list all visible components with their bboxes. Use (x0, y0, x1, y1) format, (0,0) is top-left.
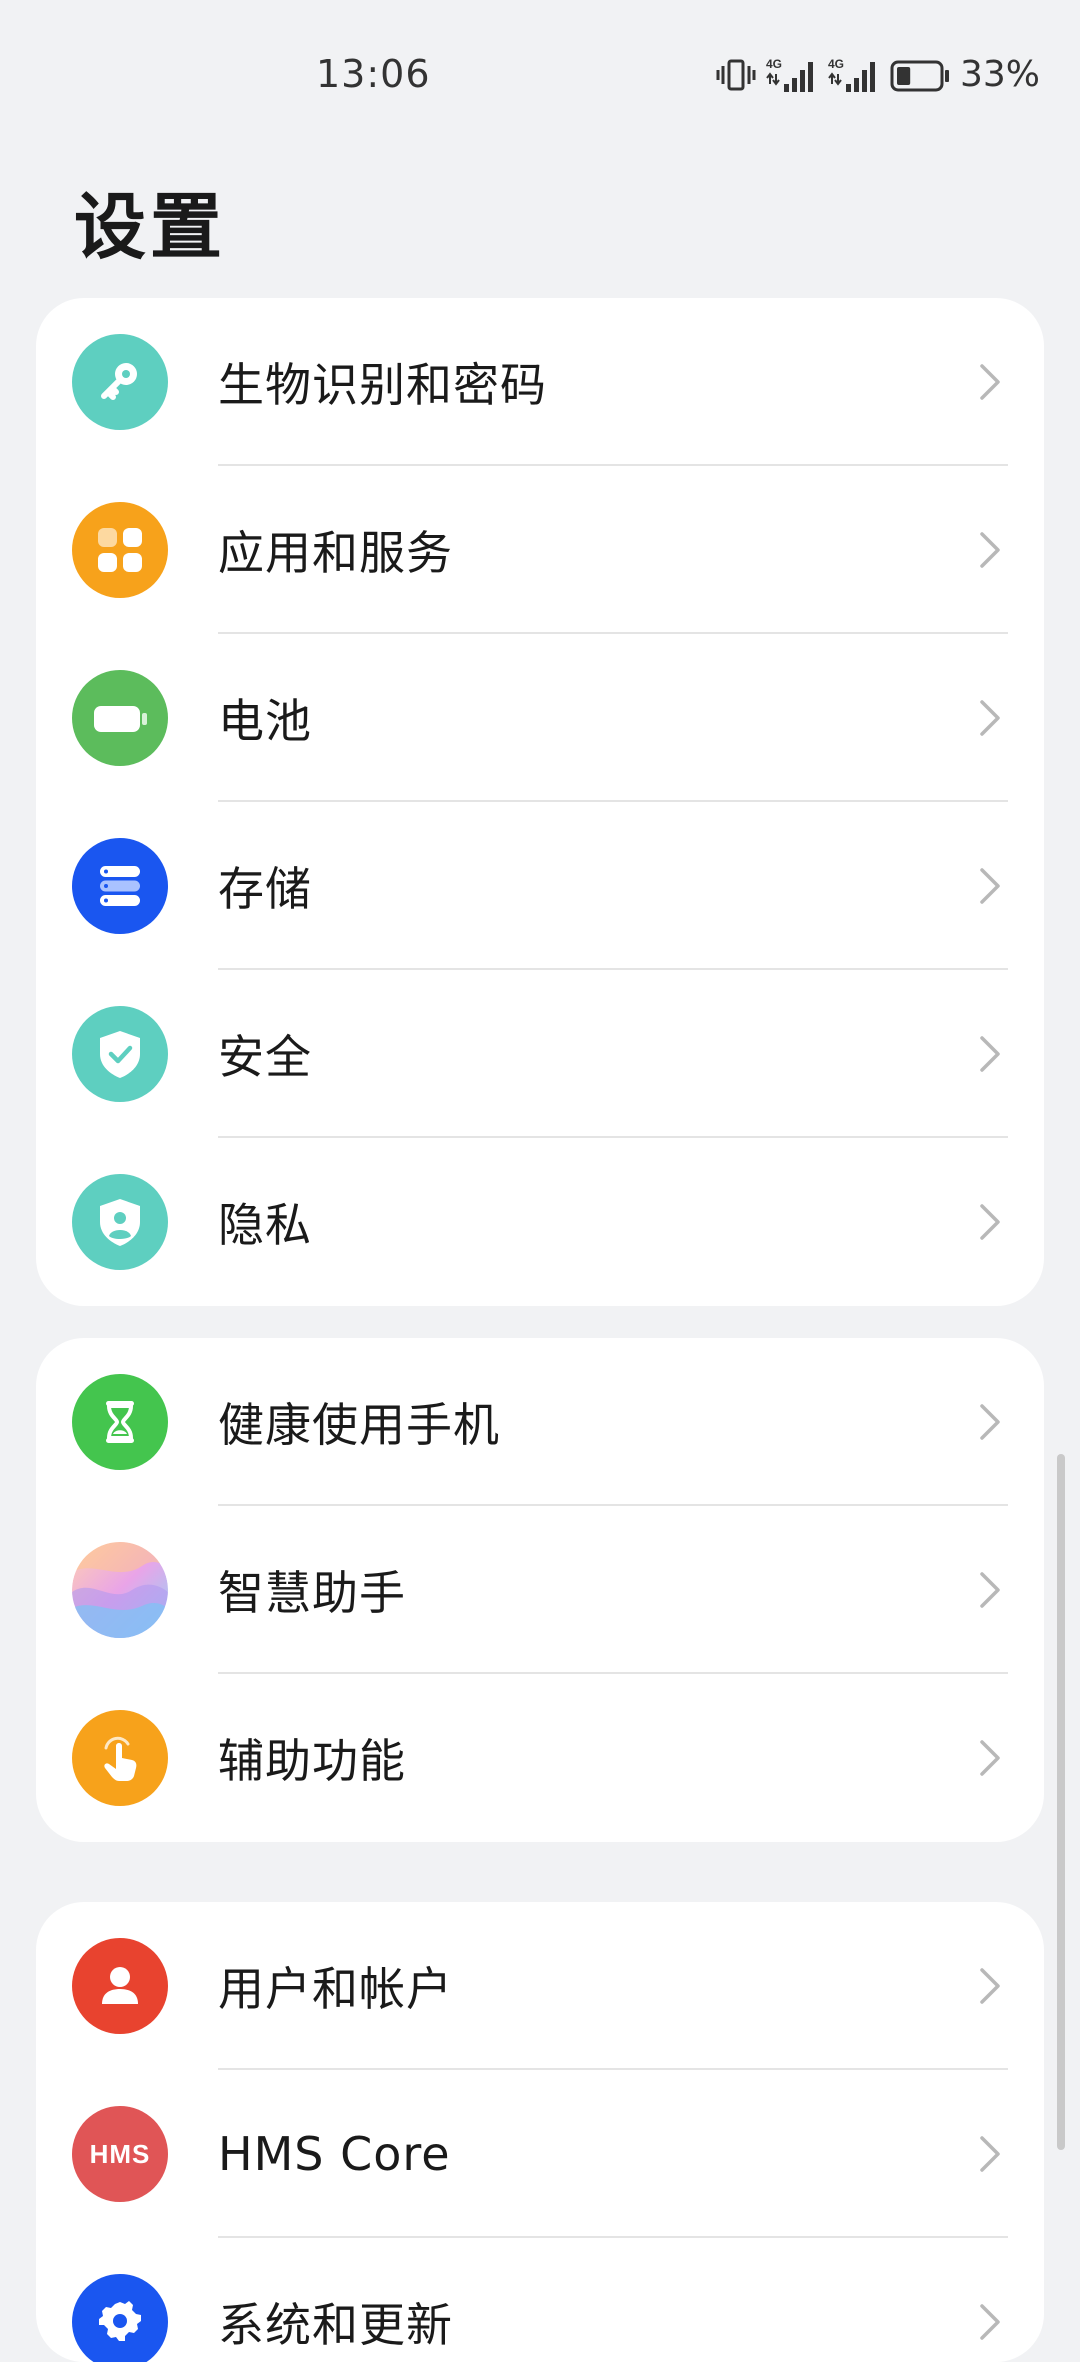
hourglass-icon (72, 1374, 168, 1470)
storage-icon (72, 838, 168, 934)
chevron-right-icon (980, 1740, 1000, 1776)
battery-fill (896, 66, 911, 85)
chevron-right-icon (980, 1968, 1000, 2004)
assistant-icon (72, 1542, 168, 1638)
chevron-right-icon (980, 532, 1000, 568)
settings-item-label: 安全 (218, 1030, 312, 1084)
battery-percent: 33% (959, 54, 1040, 95)
chevron-right-icon (980, 364, 1000, 400)
network-2-label: 4G (828, 57, 844, 71)
settings-item-label: 应用和服务 (218, 526, 453, 580)
settings-item-label: 辅助功能 (218, 1734, 406, 1788)
settings-item-security[interactable]: 安全 (36, 970, 1044, 1138)
settings-item-smart-assistant[interactable]: 智慧助手 (36, 1506, 1044, 1674)
settings-item-label: 健康使用手机 (218, 1398, 500, 1452)
battery-status-icon (890, 56, 950, 94)
settings-item-label: 电池 (218, 694, 312, 748)
settings-item-hms-core[interactable]: HMS HMS Core (36, 2070, 1044, 2238)
settings-item-accessibility[interactable]: 辅助功能 (36, 1674, 1044, 1842)
chevron-right-icon (980, 2136, 1000, 2172)
gear-icon (72, 2274, 168, 2362)
network-1-label: 4G (766, 57, 782, 71)
signal-2-icon: 4G (828, 56, 880, 94)
hms-icon-text: HMS (89, 2138, 151, 2169)
settings-item-users-accounts[interactable]: 用户和帐户 (36, 1902, 1044, 2070)
signal-1-icon: 4G (766, 56, 818, 94)
settings-item-system-update[interactable]: 系统和更新 (36, 2238, 1044, 2362)
hms-icon: HMS (72, 2106, 168, 2202)
chevron-right-icon (980, 2304, 1000, 2340)
settings-item-label: 用户和帐户 (218, 1962, 453, 2016)
shield-check-icon (72, 1006, 168, 1102)
settings-item-label: HMS Core (218, 2127, 451, 2181)
chevron-right-icon (980, 1036, 1000, 1072)
hand-tap-icon (72, 1710, 168, 1806)
settings-group-2: 健康使用手机 智慧助手 辅助功能 (36, 1338, 1044, 1842)
battery-icon (72, 670, 168, 766)
status-icons: 4G 4G 33% (716, 54, 1040, 95)
settings-item-label: 生物识别和密码 (218, 358, 547, 412)
apps-icon (72, 502, 168, 598)
privacy-shield-icon (72, 1174, 168, 1270)
chevron-right-icon (980, 700, 1000, 736)
scrollbar[interactable] (1057, 1454, 1065, 2150)
chevron-right-icon (980, 1404, 1000, 1440)
settings-item-label: 智慧助手 (218, 1566, 406, 1620)
settings-item-storage[interactable]: 存储 (36, 802, 1044, 970)
status-time: 13:06 (316, 52, 431, 96)
settings-item-battery[interactable]: 电池 (36, 634, 1044, 802)
settings-item-privacy[interactable]: 隐私 (36, 1138, 1044, 1306)
chevron-right-icon (980, 1204, 1000, 1240)
settings-item-biometrics[interactable]: 生物识别和密码 (36, 298, 1044, 466)
settings-item-label: 存储 (218, 862, 312, 916)
settings-group-3: 用户和帐户 HMS HMS Core 系统和更新 (36, 1902, 1044, 2362)
settings-item-label: 隐私 (218, 1198, 312, 1252)
page-title: 设置 (74, 185, 227, 269)
user-icon (72, 1938, 168, 2034)
settings-item-apps-services[interactable]: 应用和服务 (36, 466, 1044, 634)
settings-group-1: 生物识别和密码 应用和服务 电池 存储 安全 隐私 (36, 298, 1044, 1306)
chevron-right-icon (980, 1572, 1000, 1608)
status-bar: 13:06 4G 4G 33% (0, 0, 1080, 150)
chevron-right-icon (980, 868, 1000, 904)
key-icon (72, 334, 168, 430)
settings-item-label: 系统和更新 (218, 2298, 453, 2352)
vibrate-icon (716, 56, 756, 94)
settings-item-digital-balance[interactable]: 健康使用手机 (36, 1338, 1044, 1506)
